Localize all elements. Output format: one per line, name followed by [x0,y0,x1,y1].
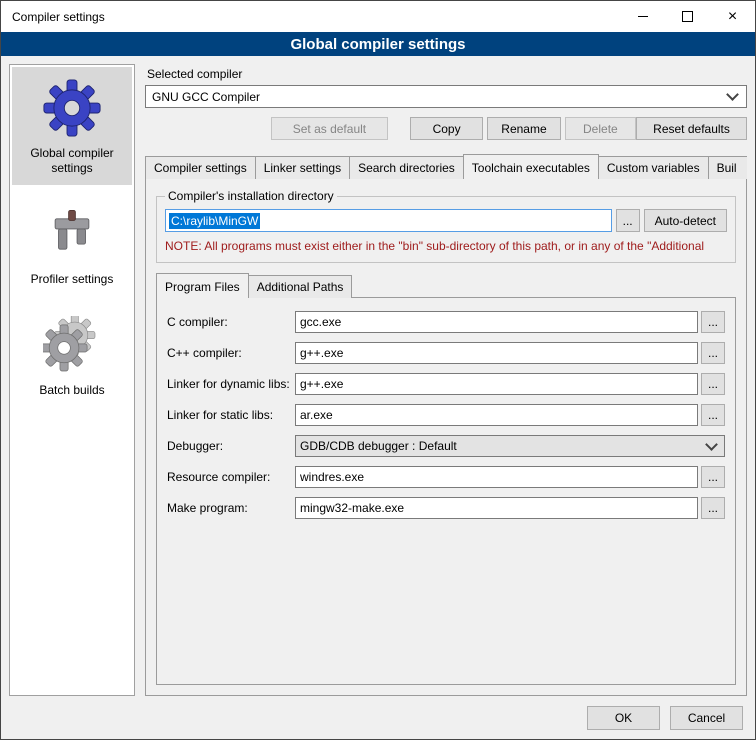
sidebar-item-label: Batch builds [39,383,104,398]
tab-toolchain-executables[interactable]: Toolchain executables [463,154,599,179]
field-value: windres.exe [300,470,364,484]
linker-static-browse-button[interactable]: ... [701,404,725,426]
cancel-button[interactable]: Cancel [670,706,743,730]
rename-button[interactable]: Rename [487,117,560,140]
debugger-select[interactable]: GDB/CDB debugger : Default [295,435,725,457]
program-files-panel: C compiler: gcc.exe ... C++ compiler: g+… [156,297,736,685]
reset-defaults-button[interactable]: Reset defaults [636,117,747,140]
field-value: ar.exe [300,408,333,422]
resource-compiler-input[interactable]: windres.exe [295,466,698,488]
cpp-compiler-input[interactable]: g++.exe [295,342,698,364]
compiler-settings-window: Compiler settings × Global compiler sett… [0,0,756,740]
c-compiler-input[interactable]: gcc.exe [295,311,698,333]
gear-blue-icon [43,77,101,139]
field-label: C++ compiler: [167,346,295,360]
field-label: Linker for dynamic libs: [167,377,295,391]
main-tabstrip: Compiler settings Linker settings Search… [145,154,747,179]
sidebar-item-profiler-settings[interactable]: Profiler settings [12,193,132,296]
sidebar-item-label: Profiler settings [31,272,114,287]
sidebar-item-global-compiler-settings[interactable]: Global compiler settings [12,67,132,185]
profiler-tool-icon [45,203,99,265]
program-files-section: Program Files Additional Paths C compile… [156,273,736,685]
linker-static-input[interactable]: ar.exe [295,404,698,426]
c-compiler-browse-button[interactable]: ... [701,311,725,333]
maximize-icon [682,11,693,22]
installation-directory-legend: Compiler's installation directory [165,189,337,203]
sidebar-item-label: Global compiler settings [14,146,130,176]
page-title: Global compiler settings [1,32,755,56]
maximize-button[interactable] [665,1,710,32]
sidebar-item-batch-builds[interactable]: Batch builds [12,304,132,407]
form-row: C++ compiler: g++.exe ... [167,342,725,364]
tab-linker-settings[interactable]: Linker settings [255,156,350,179]
linker-dynamic-input[interactable]: g++.exe [295,373,698,395]
make-program-browse-button[interactable]: ... [701,497,725,519]
installation-directory-row: C:\raylib\MinGW ... Auto-detect [165,209,727,232]
selected-compiler-label: Selected compiler [147,67,747,81]
make-program-input[interactable]: mingw32-make.exe [295,497,698,519]
compiler-select-value: GNU GCC Compiler [152,90,260,104]
field-label: Linker for static libs: [167,408,295,422]
minimize-icon [638,16,648,17]
tab-additional-paths[interactable]: Additional Paths [248,275,353,298]
compiler-select[interactable]: GNU GCC Compiler [145,85,747,108]
compiler-actions: Set as default Copy Rename Delete Reset … [145,117,747,140]
gear-gray-icon [43,314,101,376]
form-row: Debugger: GDB/CDB debugger : Default [167,435,725,457]
field-label: Resource compiler: [167,470,295,484]
form-row: Resource compiler: windres.exe ... [167,466,725,488]
field-label: Make program: [167,501,295,515]
linker-dynamic-browse-button[interactable]: ... [701,373,725,395]
main-panel: Selected compiler GNU GCC Compiler Set a… [145,64,747,696]
set-as-default-button[interactable]: Set as default [271,117,388,140]
tab-compiler-settings[interactable]: Compiler settings [145,156,256,179]
install-dir-browse-button[interactable]: ... [616,209,640,232]
field-value: mingw32-make.exe [300,501,404,515]
install-dir-selected-text: C:\raylib\MinGW [169,213,260,229]
delete-button[interactable]: Delete [565,117,636,140]
form-row: Linker for static libs: ar.exe ... [167,404,725,426]
field-value: g++.exe [300,346,343,360]
field-label: C compiler: [167,315,295,329]
note-text: NOTE: All programs must exist either in … [165,239,727,253]
resource-compiler-browse-button[interactable]: ... [701,466,725,488]
titlebar: Compiler settings × [1,1,755,32]
close-icon: × [728,9,737,25]
form-row: Linker for dynamic libs: g++.exe ... [167,373,725,395]
dialog-footer: OK Cancel [1,700,755,739]
auto-detect-button[interactable]: Auto-detect [644,209,727,232]
tab-program-files[interactable]: Program Files [156,273,249,298]
form-row: C compiler: gcc.exe ... [167,311,725,333]
copy-button[interactable]: Copy [410,117,483,140]
chevron-down-icon [705,438,718,451]
inner-tabstrip: Program Files Additional Paths [156,273,736,298]
sidebar: Global compiler settings Profiler settin… [9,64,135,696]
field-value: GDB/CDB debugger : Default [300,439,457,453]
form-row: Make program: mingw32-make.exe ... [167,497,725,519]
tab-search-directories[interactable]: Search directories [349,156,464,179]
ok-button[interactable]: OK [587,706,660,730]
field-value: g++.exe [300,377,343,391]
chevron-down-icon [726,88,739,101]
tab-build-options[interactable]: Buil [708,156,747,179]
minimize-button[interactable] [620,1,665,32]
dialog-body: Global compiler settings Profiler settin… [1,56,755,700]
field-value: gcc.exe [300,315,341,329]
tab-custom-variables[interactable]: Custom variables [598,156,709,179]
window-title: Compiler settings [1,1,620,32]
cpp-compiler-browse-button[interactable]: ... [701,342,725,364]
close-button[interactable]: × [710,1,755,32]
toolchain-executables-panel: Compiler's installation directory C:\ray… [145,178,747,696]
installation-directory-group: Compiler's installation directory C:\ray… [156,189,736,263]
install-dir-input[interactable]: C:\raylib\MinGW [165,209,612,232]
field-label: Debugger: [167,439,295,453]
